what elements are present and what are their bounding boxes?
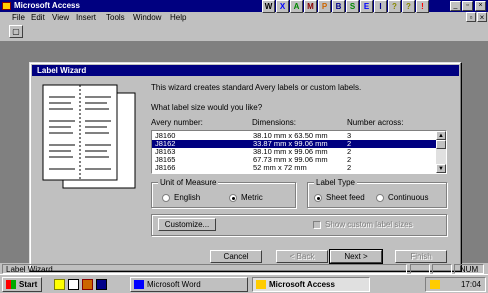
taskbar: Start Microsoft Word Microsoft Access 17… [0, 274, 488, 293]
taskbar-item-access[interactable]: Microsoft Access [252, 277, 370, 292]
dialog-title: Label Wizard [32, 65, 459, 76]
metric-radio[interactable] [229, 194, 237, 202]
quick-launch-icon[interactable] [54, 279, 65, 290]
doc-close-button[interactable]: × [477, 12, 487, 22]
status-panel [432, 264, 452, 274]
scroll-up-icon[interactable]: ▲ [436, 131, 446, 140]
menu-view[interactable]: View [52, 12, 69, 23]
label-type-group: Label Type Sheet feed Continuous [307, 178, 447, 208]
label-size-list[interactable]: J8160 38.10 mm x 63.50 mm 3 J8162 33.87 mm … [151, 130, 447, 174]
menu-bar: File Edit View Insert Tools Window Help [0, 12, 488, 23]
workspace: Label Wizard This wizard creates standar… [0, 41, 488, 272]
list-scrollbar[interactable]: ▲ ▼ [436, 131, 446, 173]
menu-window[interactable]: Window [133, 12, 161, 23]
finish-button[interactable]: Finish [395, 250, 447, 263]
show-custom-sizes-checkbox[interactable] [313, 221, 321, 229]
column-number-across: Number across: [347, 118, 404, 127]
taskbar-item-word[interactable]: Microsoft Word [130, 277, 248, 292]
quick-launch-icon[interactable] [96, 279, 107, 290]
label-type-label: Label Type [314, 178, 357, 187]
start-label: Start [19, 280, 38, 289]
start-button[interactable]: Start [2, 277, 42, 292]
new-document-icon[interactable]: ▢ [9, 25, 23, 38]
continuous-radio[interactable] [376, 194, 384, 202]
status-panel [410, 264, 430, 274]
menu-insert[interactable]: Insert [76, 12, 96, 23]
scroll-thumb[interactable] [436, 140, 446, 149]
customize-group: Customize... Show custom label sizes [151, 214, 447, 236]
menu-edit[interactable]: Edit [31, 12, 45, 23]
sheet-feed-radio[interactable] [314, 194, 322, 202]
menu-help[interactable]: Help [170, 12, 186, 23]
question-text: What label size would you like? [151, 103, 263, 112]
metric-label: Metric [241, 193, 263, 202]
unit-of-measure-label: Unit of Measure [158, 178, 219, 187]
system-tray: 17:04 [425, 277, 486, 292]
list-row[interactable]: J8166 52 mm x 72 mm 2 [152, 164, 437, 172]
doc-restore-button[interactable]: ▫ [466, 12, 476, 22]
column-dimensions: Dimensions: [252, 118, 297, 127]
quick-launch-icon[interactable] [68, 279, 79, 290]
column-avery: Avery number: [151, 118, 203, 127]
label-sheet-illustration [42, 84, 136, 189]
intro-text: This wizard creates standard Avery label… [151, 83, 362, 92]
close-button[interactable]: × [475, 1, 486, 11]
show-custom-sizes-label: Show custom label sizes [325, 220, 413, 229]
num-lock-indicator: NUM [454, 264, 484, 274]
unit-of-measure-group: Unit of Measure English Metric [151, 178, 296, 208]
sheet-feed-label: Sheet feed [326, 193, 365, 202]
continuous-label: Continuous [388, 193, 429, 202]
status-text: Label Wizard [2, 264, 407, 274]
word-icon [134, 280, 144, 289]
access-key-icon [256, 280, 266, 289]
quick-launch-icon[interactable] [82, 279, 93, 290]
status-bar: Label Wizard NUM [0, 263, 488, 274]
speaker-icon[interactable] [430, 280, 440, 289]
back-button[interactable]: < Back [276, 250, 328, 263]
minimize-button[interactable]: _ [450, 1, 461, 11]
windows-logo-icon [6, 280, 16, 289]
toolbar: ▢ [0, 23, 488, 41]
cancel-button[interactable]: Cancel [210, 250, 262, 263]
clock: 17:04 [460, 280, 481, 289]
access-key-icon [2, 2, 11, 10]
restore-button[interactable]: ▫ [462, 1, 473, 11]
label-wizard-dialog: Label Wizard This wizard creates standar… [29, 62, 462, 272]
english-radio[interactable] [162, 194, 170, 202]
menu-file[interactable]: File [12, 12, 25, 23]
app-title: Microsoft Access [14, 1, 80, 10]
english-label: English [174, 193, 201, 202]
next-button[interactable]: Next > [329, 249, 383, 264]
scroll-down-icon[interactable]: ▼ [436, 164, 446, 173]
customize-button[interactable]: Customize... [158, 218, 216, 231]
menu-tools[interactable]: Tools [106, 12, 125, 23]
